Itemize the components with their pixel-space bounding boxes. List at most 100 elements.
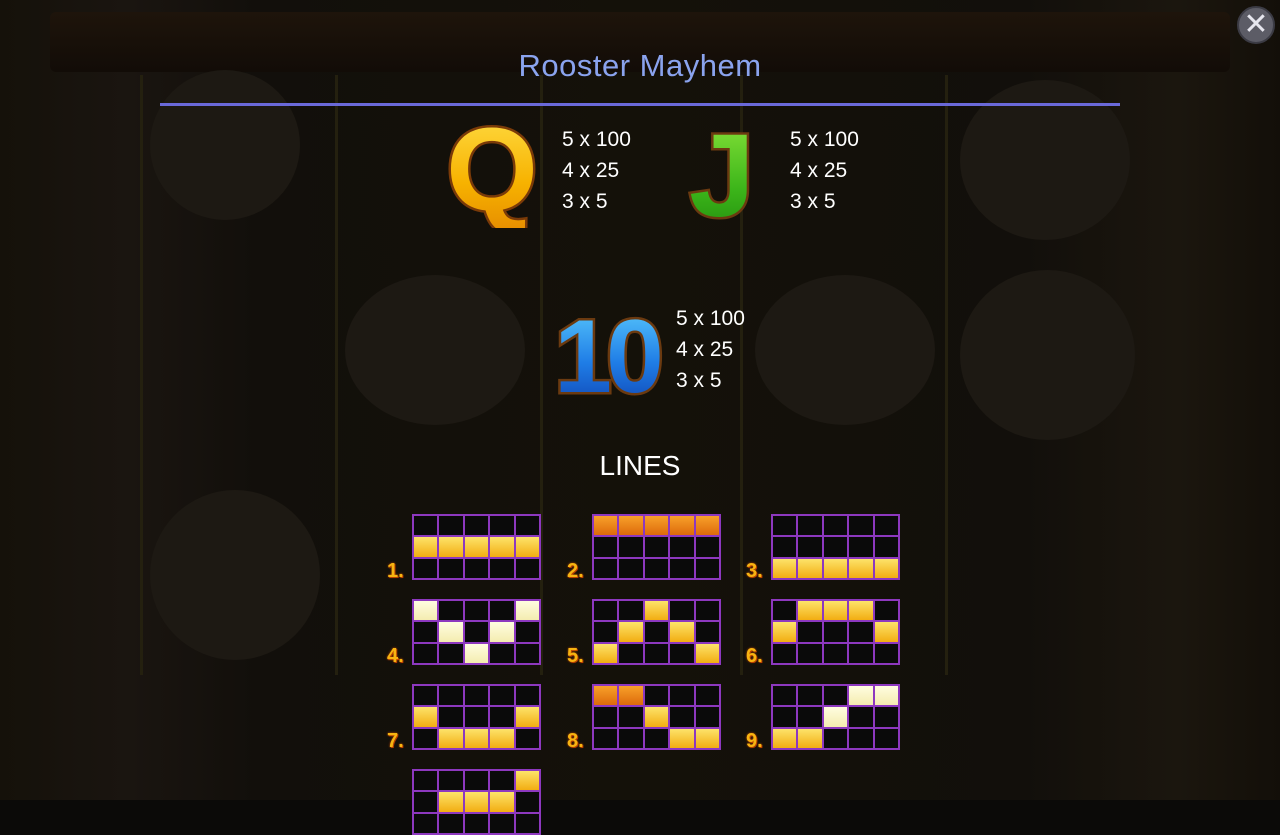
payline-cell	[670, 537, 694, 557]
payout-5: 5 x 100	[676, 307, 745, 330]
payout-3: 3 x 5	[562, 190, 608, 213]
payline-cell	[798, 516, 822, 536]
payline-cell-active	[874, 686, 898, 706]
payline-cell	[644, 728, 669, 749]
payline-cell	[619, 728, 643, 749]
payline-cell-active	[644, 516, 669, 536]
payline-cell	[619, 643, 643, 664]
payline-cell	[439, 813, 463, 834]
payline-cell-active	[823, 601, 848, 621]
payout-3: 3 x 5	[676, 369, 722, 392]
payline-cell	[849, 707, 873, 727]
payline-cell	[874, 601, 898, 621]
payline-cell	[773, 707, 797, 727]
svg-text:Q: Q	[446, 112, 538, 228]
payline-cell-active	[515, 707, 539, 727]
payline-cell	[619, 601, 643, 621]
payline-cell	[695, 707, 719, 727]
payline-cell-active	[515, 771, 539, 791]
payline-cell	[515, 728, 539, 749]
payline-cell	[439, 643, 463, 664]
payline-cell	[490, 686, 514, 706]
payline-cell-active	[490, 622, 514, 642]
payline-cell	[464, 622, 489, 642]
payline-cell-active	[515, 601, 539, 621]
payline-cell	[464, 707, 489, 727]
payline-cell	[670, 707, 694, 727]
payline-9-grid	[771, 684, 900, 751]
payline-cell-active	[594, 516, 618, 536]
payline-cell	[798, 537, 822, 557]
payline-6-grid	[771, 599, 900, 666]
payline-cell	[464, 558, 489, 579]
payline-cell	[515, 643, 539, 664]
payline-cell	[849, 516, 873, 536]
payline-cell	[798, 686, 822, 706]
payline-cell-active	[414, 601, 438, 621]
payline-cell-active	[773, 558, 797, 579]
payline-cell	[594, 558, 618, 579]
payline-cell-active	[823, 558, 848, 579]
payline-cell-active	[773, 728, 797, 749]
payline-cell	[874, 516, 898, 536]
payline-cell-active	[798, 601, 822, 621]
payline-cell	[849, 728, 873, 749]
payline-cell	[695, 601, 719, 621]
payline-cell-active	[849, 601, 873, 621]
payline-3-grid	[771, 514, 900, 581]
payline-cell	[670, 686, 694, 706]
payout-4: 4 x 25	[790, 159, 848, 182]
payline-cell	[644, 558, 669, 579]
payline-7-number: 7.	[387, 730, 404, 752]
payline-9-number: 9.	[746, 730, 763, 752]
svg-text:10: 10	[554, 299, 660, 402]
payline-cell	[773, 516, 797, 536]
close-button[interactable]: ✕	[1237, 6, 1275, 44]
payline-cell	[490, 707, 514, 727]
close-icon: ✕	[1243, 7, 1269, 42]
payline-cell	[439, 601, 463, 621]
payline-7-grid	[412, 684, 541, 751]
payline-5-number: 5.	[567, 645, 584, 667]
payline-cell	[823, 728, 848, 749]
payline-cell	[464, 771, 489, 791]
payline-cell-active	[594, 686, 618, 706]
payline-cell	[515, 686, 539, 706]
ten-symbol-icon: 10	[552, 297, 669, 418]
payline-cell-active	[490, 728, 514, 749]
payline-cell	[773, 686, 797, 706]
payline-cell	[439, 707, 463, 727]
payline-cell	[670, 643, 694, 664]
payline-cell	[490, 558, 514, 579]
payout-4: 4 x 25	[676, 338, 734, 361]
payline-cell	[823, 686, 848, 706]
payline-cell-active	[439, 537, 463, 557]
payline-cell	[849, 643, 873, 664]
j-symbol-icon: J	[687, 108, 758, 245]
payline-cell	[414, 643, 438, 664]
payline-cell	[490, 516, 514, 536]
payline-cell	[695, 686, 719, 706]
symbol-10-payouts: 5 x 100 4 x 25 3 x 5	[676, 303, 745, 396]
payline-cell	[874, 728, 898, 749]
payline-cell-active	[670, 516, 694, 536]
payline-cell	[849, 537, 873, 557]
payline-cell-active	[644, 601, 669, 621]
payline-cell-active	[874, 622, 898, 642]
payline-cell-active	[439, 792, 463, 812]
payline-cell-active	[695, 516, 719, 536]
payout-5: 5 x 100	[562, 128, 631, 151]
payline-cell	[798, 707, 822, 727]
payline-4-number: 4.	[387, 645, 404, 667]
payline-cell	[414, 792, 438, 812]
q-symbol-icon: Q	[444, 102, 541, 239]
payline-cell	[798, 622, 822, 642]
payout-5: 5 x 100	[790, 128, 859, 151]
payline-4-grid	[412, 599, 541, 666]
payline-cell	[414, 771, 438, 791]
payline-cell	[695, 622, 719, 642]
payline-cell	[823, 537, 848, 557]
payline-8-number: 8.	[567, 730, 584, 752]
symbol-q: Q	[442, 102, 542, 239]
paytable-title: Rooster Mayhem	[518, 48, 762, 83]
